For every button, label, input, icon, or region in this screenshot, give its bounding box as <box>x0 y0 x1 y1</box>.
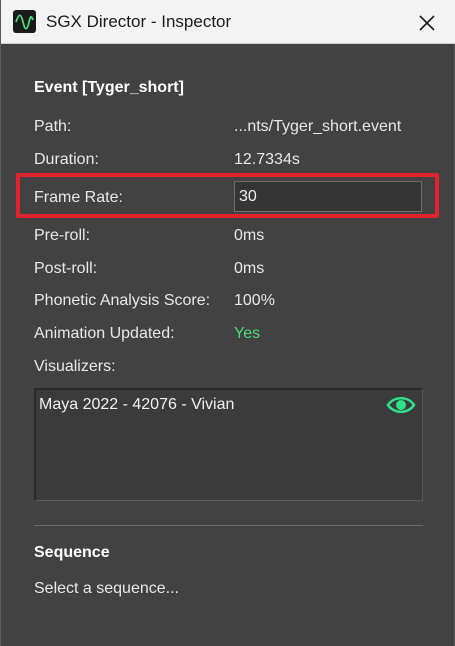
postroll-label: Post-roll: <box>34 260 98 277</box>
phonetic-score-value: 100% <box>234 292 275 309</box>
preroll-value: 0ms <box>234 227 265 244</box>
sequence-placeholder[interactable]: Select a sequence... <box>34 580 179 598</box>
title-bar[interactable]: SGX Director - Inspector <box>1 0 455 44</box>
window-title: SGX Director - Inspector <box>46 12 232 31</box>
animation-updated-label: Animation Updated: <box>34 325 175 342</box>
eye-icon[interactable] <box>386 394 416 416</box>
frame-rate-label: Frame Rate: <box>34 189 123 206</box>
animation-updated-value: Yes <box>234 325 261 342</box>
visualizer-item[interactable]: Maya 2022 - 42076 - Vivian <box>39 396 234 414</box>
inspector-window: SGX Director - Inspector Event [Tyger_sh… <box>0 0 455 646</box>
postroll-value: 0ms <box>234 260 265 277</box>
close-icon[interactable] <box>413 9 441 37</box>
preroll-label: Pre-roll: <box>34 227 91 244</box>
phonetic-score-label: Phonetic Analysis Score: <box>34 292 211 309</box>
duration-value: 12.7334s <box>234 151 300 168</box>
waveform-icon <box>13 10 36 33</box>
sequence-header: Sequence <box>34 544 110 561</box>
visualizers-list[interactable]: Maya 2022 - 42076 - Vivian <box>34 388 423 501</box>
visualizers-label: Visualizers: <box>34 358 116 375</box>
duration-label: Duration: <box>34 151 99 168</box>
section-divider <box>34 525 423 526</box>
path-value: ...nts/Tyger_short.event <box>234 118 402 135</box>
event-header: Event [Tyger_short] <box>34 79 184 96</box>
path-label: Path: <box>34 118 72 135</box>
frame-rate-input[interactable] <box>234 181 422 212</box>
